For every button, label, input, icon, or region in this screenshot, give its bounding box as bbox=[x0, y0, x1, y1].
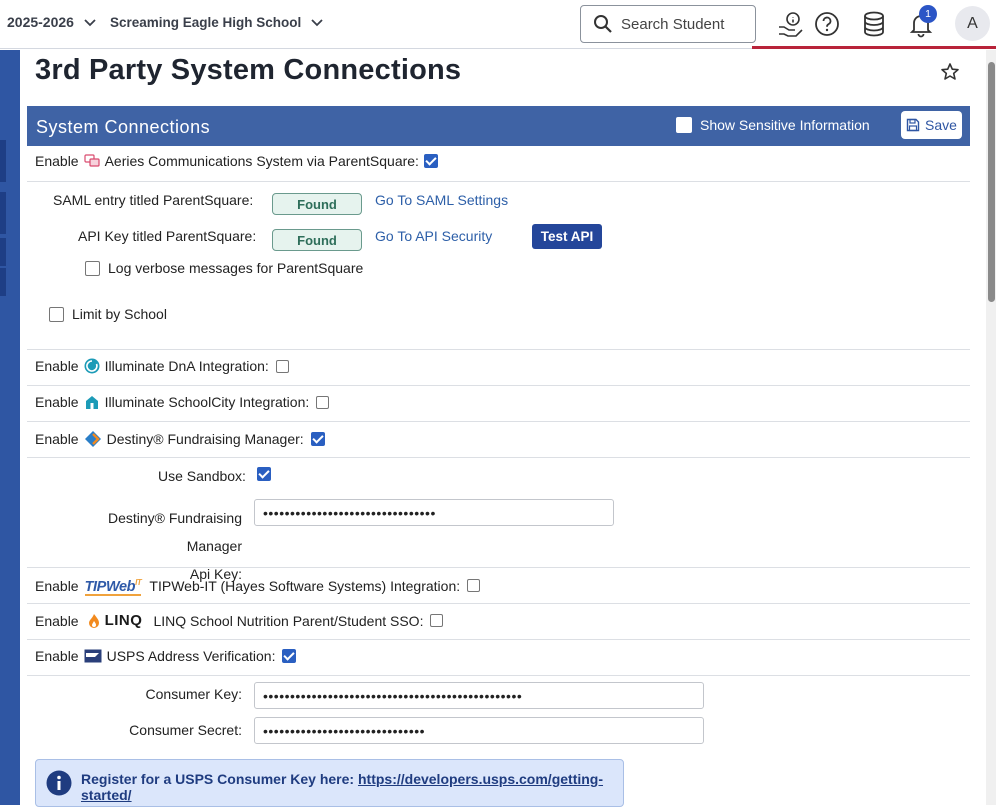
linq-checkbox[interactable] bbox=[430, 614, 444, 627]
saml-label: SAML entry titled ParentSquare: bbox=[53, 192, 254, 208]
rail-tab[interactable] bbox=[0, 192, 6, 234]
save-icon bbox=[906, 118, 920, 132]
show-sensitive-toggle[interactable]: Show Sensitive Information bbox=[676, 117, 870, 133]
chevron-down-icon bbox=[84, 19, 96, 27]
enable-label: Enable bbox=[35, 577, 79, 594]
parentsquare-details: SAML entry titled ParentSquare: Found Go… bbox=[27, 182, 970, 350]
tipweb-row: Enable TIPWebIT TIPWeb-IT (Hayes Softwar… bbox=[27, 568, 970, 604]
tipweb-label: TIPWeb-IT (Hayes Software Systems) Integ… bbox=[149, 577, 461, 594]
consumer-key-input[interactable]: ••••••••••••••••••••••••••••••••••••••••… bbox=[254, 682, 704, 709]
enable-label: Enable bbox=[35, 153, 79, 169]
consumer-secret-input[interactable]: •••••••••••••••••••••••••••••• bbox=[254, 717, 704, 744]
illuminate-schoolcity-checkbox[interactable] bbox=[316, 395, 330, 409]
consumer-secret-label: Consumer Secret: bbox=[129, 722, 242, 738]
tipweb-checkbox[interactable] bbox=[467, 579, 481, 593]
left-nav-rail[interactable] bbox=[0, 50, 20, 805]
api-status-badge: Found bbox=[272, 229, 362, 251]
enable-label: Enable bbox=[35, 648, 79, 664]
show-sensitive-label: Show Sensitive Information bbox=[700, 117, 870, 133]
scrollbar-thumb[interactable] bbox=[988, 62, 995, 302]
illuminate-schoolcity-label: Illuminate SchoolCity Integration: bbox=[104, 394, 310, 410]
test-api-button[interactable]: Test API bbox=[532, 224, 602, 249]
schoolcity-logo-icon bbox=[85, 396, 98, 409]
destiny-row: Enable Destiny® Fundraising Manager: bbox=[27, 422, 970, 458]
rail-tab[interactable] bbox=[0, 238, 6, 266]
destiny-checkbox[interactable] bbox=[310, 432, 325, 446]
illuminate-dna-checkbox[interactable] bbox=[275, 359, 289, 373]
destiny-details: Use Sandbox: Destiny® Fundraising Manage… bbox=[27, 458, 970, 582]
usps-logo-icon bbox=[84, 649, 102, 663]
save-label: Save bbox=[925, 117, 957, 133]
database-icon[interactable] bbox=[860, 10, 888, 38]
system-connections-panel: System Connections Show Sensitive Inform… bbox=[27, 106, 970, 807]
search-icon bbox=[594, 15, 612, 33]
tipweb-logo-suffix: IT bbox=[135, 578, 142, 587]
usps-info-banner: Register for a USPS Consumer Key here: h… bbox=[35, 759, 624, 807]
destiny-apikey-label-line1: Destiny® Fundraising Manager bbox=[107, 510, 242, 554]
sandbox-label: Use Sandbox: bbox=[158, 468, 246, 484]
enable-label: Enable bbox=[35, 431, 79, 447]
parentsquare-label: Aeries Communications System via ParentS… bbox=[104, 153, 419, 169]
parentsquare-logo-icon bbox=[83, 154, 100, 167]
year-label: 2025-2026 bbox=[7, 14, 74, 30]
enable-label: Enable bbox=[35, 612, 79, 629]
usps-row: Enable USPS Address Verification: bbox=[27, 640, 970, 676]
verbose-log-checkbox[interactable] bbox=[85, 260, 100, 276]
page-title: 3rd Party System Connections bbox=[35, 54, 462, 86]
limit-by-school-label: Limit by School bbox=[72, 306, 167, 322]
go-to-saml-link[interactable]: Go To SAML Settings bbox=[375, 192, 508, 208]
destiny-logo-icon bbox=[84, 431, 101, 447]
linq-row: Enable LINQ LINQ School Nutrition Parent… bbox=[27, 604, 970, 640]
linq-label: LINQ School Nutrition Parent/Student SSO… bbox=[153, 612, 424, 629]
verbose-log-label: Log verbose messages for ParentSquare bbox=[108, 260, 364, 276]
parentsquare-checkbox[interactable] bbox=[423, 154, 438, 168]
linq-flame-icon bbox=[88, 613, 99, 628]
use-sandbox-checkbox[interactable] bbox=[257, 467, 271, 481]
enable-label: Enable bbox=[35, 394, 79, 410]
usps-checkbox[interactable] bbox=[282, 649, 297, 663]
year-selector[interactable]: 2025-2026 bbox=[7, 14, 98, 30]
saml-status-badge: Found bbox=[272, 193, 362, 215]
notification-badge: 1 bbox=[919, 5, 937, 23]
info-icon bbox=[46, 770, 72, 796]
school-selector[interactable]: Screaming Eagle High School bbox=[110, 14, 325, 30]
illuminate-schoolcity-row: Enable Illuminate SchoolCity Integration… bbox=[27, 386, 970, 422]
go-to-api-security-link[interactable]: Go To API Security bbox=[375, 228, 492, 244]
avatar[interactable]: A bbox=[955, 6, 990, 41]
illuminate-dna-row: Enable Illuminate DnA Integration: bbox=[27, 350, 970, 386]
search-student-input[interactable]: Search Student bbox=[580, 5, 756, 43]
help-icon[interactable] bbox=[813, 10, 841, 38]
parentsquare-row: Enable Aeries Communications System via … bbox=[27, 146, 970, 182]
destiny-apikey-input[interactable]: •••••••••••••••••••••••••••••••• bbox=[254, 499, 614, 526]
illuminate-dna-label: Illuminate DnA Integration: bbox=[104, 358, 269, 374]
consumer-key-label: Consumer Key: bbox=[145, 686, 242, 702]
tipweb-logo: TIPWebIT bbox=[84, 576, 142, 596]
chevron-down-icon bbox=[311, 19, 323, 27]
panel-header: System Connections Show Sensitive Inform… bbox=[27, 106, 970, 146]
rail-tab[interactable] bbox=[0, 268, 6, 296]
tipweb-logo-text: TIPWeb bbox=[84, 578, 136, 595]
accent-bar bbox=[752, 46, 996, 49]
favorite-star-icon[interactable] bbox=[940, 62, 960, 82]
destiny-label: Destiny® Fundraising Manager: bbox=[106, 431, 304, 447]
search-placeholder: Search Student bbox=[621, 15, 725, 33]
api-key-label: API Key titled ParentSquare: bbox=[78, 228, 257, 244]
linq-logo: LINQ bbox=[104, 612, 143, 629]
school-label: Screaming Eagle High School bbox=[110, 14, 302, 30]
panel-title: System Connections bbox=[36, 117, 211, 137]
usps-info-text: Register for a USPS Consumer Key here: bbox=[81, 771, 355, 787]
show-sensitive-checkbox[interactable] bbox=[676, 117, 692, 133]
enable-label: Enable bbox=[35, 358, 79, 374]
limit-by-school-checkbox[interactable] bbox=[49, 306, 64, 322]
illuminate-dna-logo-icon bbox=[84, 358, 100, 374]
usps-label: USPS Address Verification: bbox=[106, 648, 276, 664]
top-bar: 2025-2026 Screaming Eagle High School Se… bbox=[0, 0, 996, 49]
rail-tab[interactable] bbox=[0, 140, 6, 182]
save-button[interactable]: Save bbox=[901, 111, 962, 139]
hand-info-icon[interactable] bbox=[776, 10, 804, 38]
